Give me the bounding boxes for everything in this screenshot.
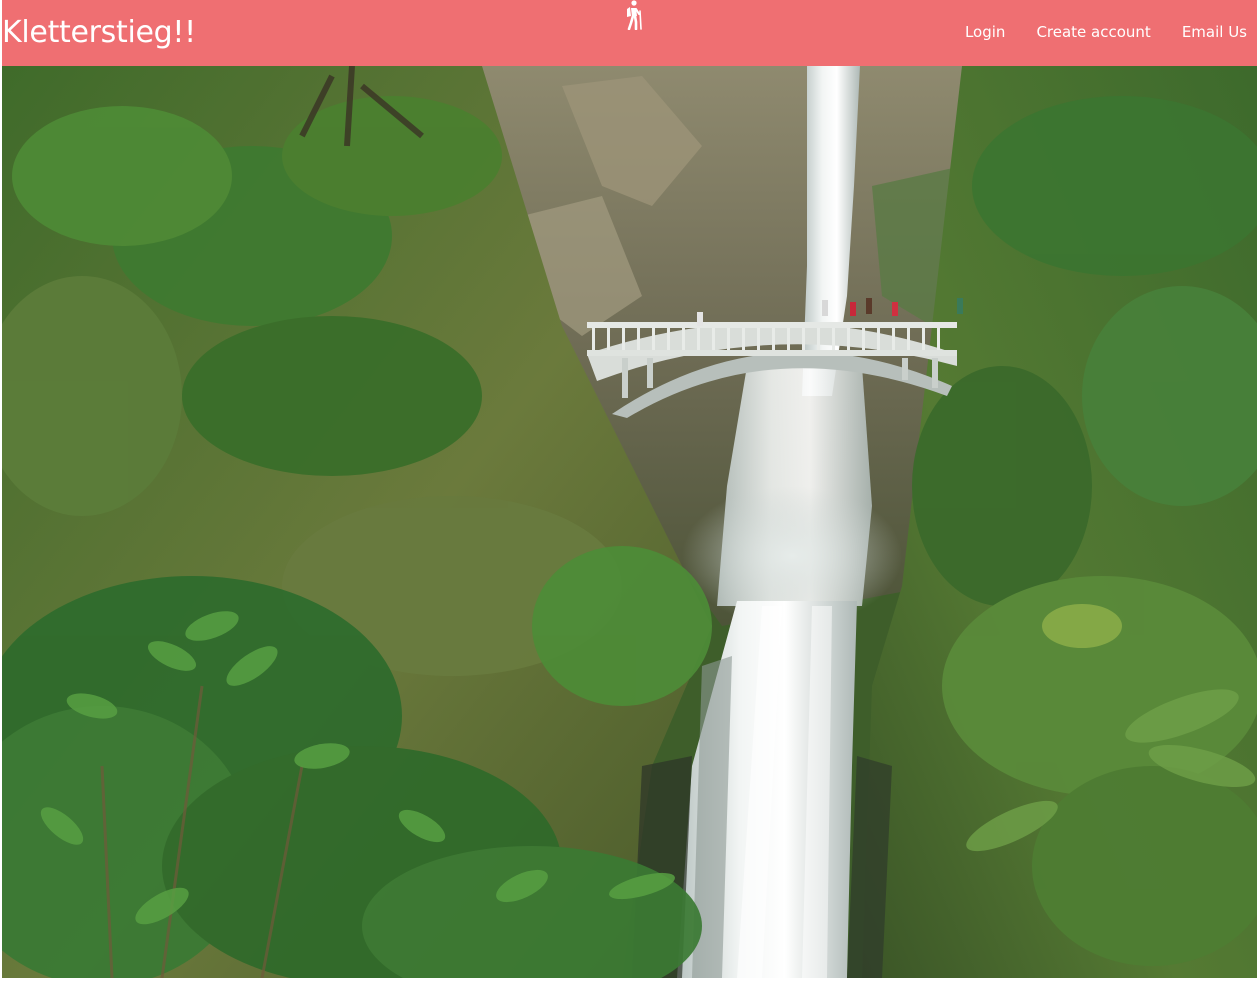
login-link[interactable]: Login <box>965 22 1005 42</box>
hero-image <box>2 66 1257 978</box>
create-account-link[interactable]: Create account <box>1036 22 1150 42</box>
hiker-icon <box>619 0 645 31</box>
email-us-link[interactable]: Email Us <box>1182 22 1247 42</box>
brand-link[interactable]: Kletterstieg!! <box>2 13 196 53</box>
navbar: Kletterstieg!! Login Create account Emai… <box>2 0 1257 66</box>
nav-links: Login Create account Email Us <box>965 22 1247 42</box>
